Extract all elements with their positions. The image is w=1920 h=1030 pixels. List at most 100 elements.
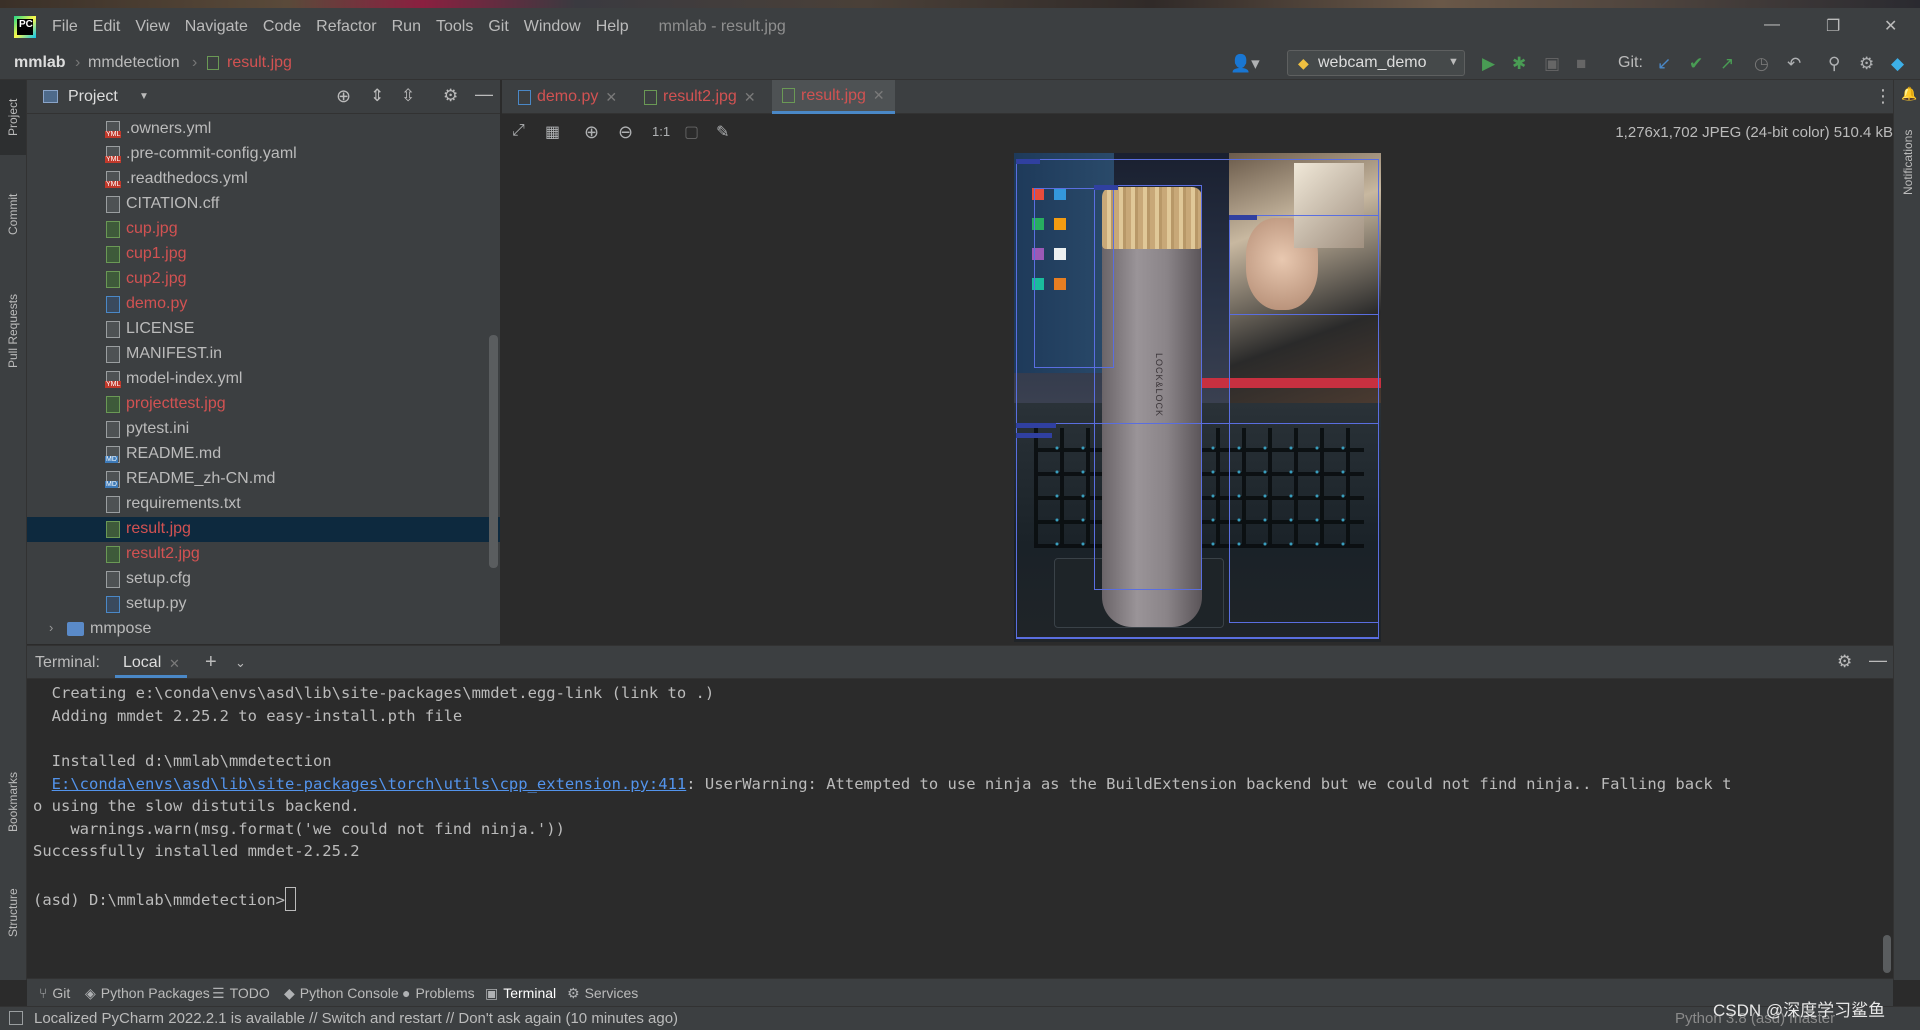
menu-tools[interactable]: Tools (436, 18, 473, 36)
close-tab-icon[interactable]: ✕ (744, 89, 756, 106)
tab-demo-py[interactable]: demo.py ✕ (512, 80, 623, 114)
breadcrumb-file[interactable]: result.jpg (227, 54, 292, 72)
tree-file-row[interactable]: setup.cfg (27, 567, 500, 592)
more-tabs-icon[interactable]: ⋮ (1874, 86, 1892, 107)
menu-help[interactable]: Help (596, 18, 629, 36)
tool-window-pull-requests[interactable]: Pull Requests (6, 294, 20, 368)
menu-view[interactable]: View (135, 18, 169, 36)
menu-edit[interactable]: Edit (93, 18, 121, 36)
actual-size-button[interactable]: 1:1 (652, 124, 670, 139)
tree-file-row[interactable]: .pre-commit-config.yaml (27, 142, 500, 167)
tree-file-row[interactable]: cup1.jpg (27, 242, 500, 267)
tree-file-row[interactable]: .readthedocs.yml (27, 167, 500, 192)
coverage-icon[interactable]: ▣ (1544, 54, 1560, 74)
terminal-settings-gear-icon[interactable]: ⚙ (1837, 652, 1852, 672)
user-icon[interactable]: 👤▾ (1230, 54, 1260, 74)
hide-terminal-icon[interactable]: — (1869, 650, 1887, 671)
chessboard-icon[interactable]: ▢ (684, 122, 699, 142)
menu-refactor[interactable]: Refactor (316, 18, 376, 36)
tree-file-row[interactable]: result.jpg (27, 517, 500, 542)
status-toggle-icon[interactable] (9, 1011, 23, 1025)
jetbrains-toolbox-icon[interactable]: ◆ (1891, 54, 1904, 74)
tab-result2-jpg[interactable]: result2.jpg ✕ (638, 80, 762, 114)
tree-folder-row[interactable]: › mmpose (27, 617, 500, 642)
menu-window[interactable]: Window (524, 18, 581, 36)
grid-toggle-icon[interactable]: ▦ (545, 122, 560, 142)
close-tab-icon[interactable]: ✕ (169, 656, 180, 672)
run-icon[interactable]: ▶ (1482, 54, 1495, 74)
menu-navigate[interactable]: Navigate (185, 18, 248, 36)
zoom-out-icon[interactable]: ⊖ (618, 122, 633, 143)
tool-window-notifications[interactable]: Notifications (1901, 130, 1915, 195)
menu-file[interactable]: File (52, 18, 78, 36)
chevron-right-icon[interactable]: › (49, 620, 53, 635)
tree-file-row[interactable]: MANIFEST.in (27, 342, 500, 367)
chevron-down-icon[interactable]: ▼ (139, 91, 149, 102)
hide-panel-icon[interactable]: — (475, 84, 493, 105)
panel-options-gear-icon[interactable]: ⚙ (443, 86, 458, 106)
tab-result-jpg[interactable]: result.jpg ✕ (772, 80, 895, 114)
tree-file-row[interactable]: README.md (27, 442, 500, 467)
git-push-icon[interactable]: ↗ (1720, 54, 1734, 74)
tool-tab-python-console[interactable]: ◆ Python Console (284, 985, 399, 1002)
tree-file-row[interactable]: LICENSE (27, 317, 500, 342)
breadcrumb-folder[interactable]: mmdetection (88, 54, 180, 72)
zoom-in-icon[interactable]: ⊕ (584, 122, 599, 143)
collapse-all-icon[interactable]: ⇳ (401, 86, 415, 106)
tool-tab-services[interactable]: ⚙ Services (567, 985, 638, 1002)
tree-file-row[interactable]: .owners.yml (27, 117, 500, 142)
tree-file-row[interactable]: result2.jpg (27, 542, 500, 567)
tree-file-row[interactable]: cup2.jpg (27, 267, 500, 292)
tree-file-row[interactable]: setup.py (27, 592, 500, 617)
terminal-output[interactable]: Creating e:\conda\envs\asd\lib\site-pack… (27, 679, 1893, 975)
breadcrumb-root[interactable]: mmlab (14, 54, 66, 72)
tree-file-row[interactable]: requirements.txt (27, 492, 500, 517)
tool-tab-problems[interactable]: ● Problems (402, 985, 475, 1001)
menu-git[interactable]: Git (488, 18, 508, 36)
tool-tab-todo[interactable]: ☰ TODO (212, 985, 270, 1002)
notifications-bell-icon[interactable]: 🔔 (1901, 86, 1917, 102)
restore-button[interactable]: ❐ (1826, 16, 1840, 36)
tree-file-row[interactable]: model-index.yml (27, 367, 500, 392)
source-file-link[interactable]: E:\conda\envs\asd\lib\site-packages\torc… (52, 775, 687, 793)
tool-tab-terminal[interactable]: ▣ Terminal (485, 985, 556, 1002)
tool-window-commit[interactable]: Commit (6, 194, 20, 235)
git-commit-icon[interactable]: ✔ (1689, 54, 1703, 74)
tree-file-row[interactable]: pytest.ini (27, 417, 500, 442)
tool-tab-git[interactable]: ⑂ Git (39, 985, 70, 1001)
color-picker-icon[interactable]: ✎ (716, 122, 729, 142)
fit-to-window-icon[interactable]: ⤢ (512, 122, 525, 140)
tool-window-project[interactable]: Project (6, 99, 20, 136)
tree-file-row[interactable]: demo.py (27, 292, 500, 317)
tree-file-row[interactable]: README_zh-CN.md (27, 467, 500, 492)
git-update-icon[interactable]: ↙ (1657, 54, 1671, 74)
tree-file-row[interactable]: cup.jpg (27, 217, 500, 242)
project-tree-scrollbar[interactable] (489, 335, 498, 568)
debug-icon[interactable]: ✱ (1512, 54, 1526, 74)
expand-all-icon[interactable]: ⇕ (370, 86, 384, 106)
terminal-scrollbar[interactable] (1883, 935, 1891, 973)
status-message[interactable]: Localized PyCharm 2022.2.1 is available … (34, 1010, 678, 1027)
history-icon[interactable]: ◷ (1754, 54, 1769, 74)
close-tab-icon[interactable]: ✕ (605, 89, 617, 106)
new-terminal-icon[interactable]: + (205, 651, 217, 674)
tool-tab-python-packages[interactable]: ◈ Python Packages (85, 985, 210, 1002)
tool-window-bookmarks[interactable]: Bookmarks (6, 772, 20, 832)
settings-gear-icon[interactable]: ⚙ (1859, 54, 1874, 74)
run-configuration-selector[interactable]: ◆ webcam_demo ▼ (1287, 50, 1465, 76)
terminal-prompt-line[interactable]: (asd) D:\mmlab\mmdetection> (33, 887, 296, 911)
menu-run[interactable]: Run (392, 18, 421, 36)
tree-file-row[interactable]: projecttest.jpg (27, 392, 500, 417)
stop-icon[interactable]: ■ (1576, 54, 1586, 74)
close-tab-icon[interactable]: ✕ (873, 87, 885, 104)
search-icon[interactable]: ⚲ (1828, 54, 1840, 74)
rollback-icon[interactable]: ↶ (1787, 54, 1801, 74)
chevron-down-icon[interactable]: ⌄ (235, 655, 246, 671)
locate-file-icon[interactable]: ⊕ (336, 86, 351, 107)
close-window-button[interactable]: ✕ (1884, 16, 1897, 36)
tool-window-structure[interactable]: Structure (6, 888, 20, 937)
terminal-tab-local[interactable]: Local ✕ (115, 648, 187, 678)
menu-code[interactable]: Code (263, 18, 301, 36)
project-view-label[interactable]: Project (68, 88, 118, 106)
minimize-button[interactable]: — (1764, 16, 1780, 34)
